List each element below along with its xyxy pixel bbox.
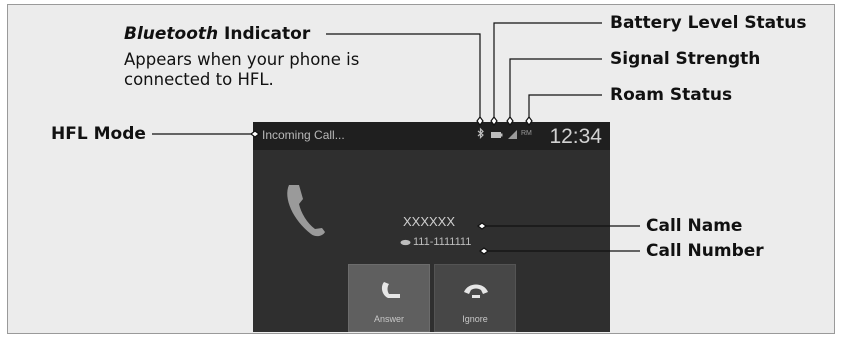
answer-button[interactable]: Answer [348, 264, 430, 332]
call-name-label: Call Name [646, 216, 743, 236]
bluetooth-indicator-description: Appears when your phone is connected to … [124, 50, 360, 89]
bluetooth-indicator-label: Bluetooth Indicator [124, 24, 311, 44]
call-number: 111-1111111 [400, 236, 471, 248]
hang-up-icon [464, 284, 488, 298]
ignore-button[interactable]: Ignore [434, 264, 516, 332]
ignore-label: Ignore [462, 314, 488, 324]
battery-level-label: Battery Level Status [610, 13, 807, 33]
roam-status-label: Roam Status [610, 85, 733, 105]
call-name: XXXXXX [403, 214, 456, 229]
answer-icon [381, 282, 400, 298]
phone-number-icon [400, 239, 411, 245]
signal-strength-label: Signal Strength [610, 49, 761, 69]
hfl-mode-label: HFL Mode [51, 124, 146, 144]
answer-label: Answer [373, 314, 404, 324]
call-number-text: 111-1111111 [413, 236, 472, 248]
phone-screen: Incoming Call... RM 12:34 XXXXXX 111-111… [253, 122, 610, 332]
call-number-label: Call Number [646, 241, 764, 261]
